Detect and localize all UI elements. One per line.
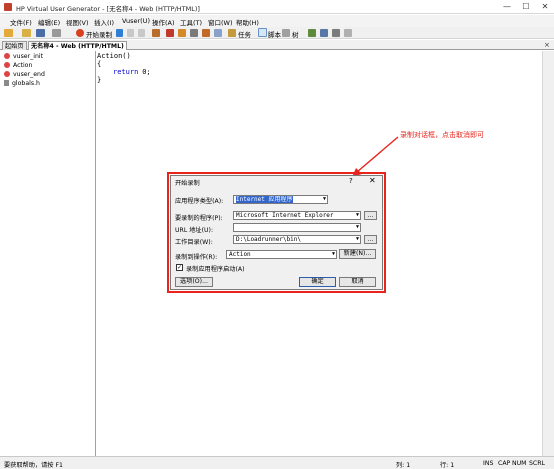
app-type-select[interactable]: Internet 应用程序 ▼ xyxy=(233,195,328,204)
url-label: URL 地址(U): xyxy=(175,227,214,234)
help-icon[interactable]: ? xyxy=(349,177,353,185)
record-into-select[interactable]: Action ▼ xyxy=(226,250,337,259)
dialog-close-icon[interactable]: ✕ xyxy=(369,176,376,185)
status-cap: CAP xyxy=(498,460,511,467)
browse-workdir-button[interactable]: ... xyxy=(364,235,377,244)
chevron-down-icon: ▼ xyxy=(355,236,359,242)
workdir-label: 工作目录(W): xyxy=(175,239,213,246)
workdir-select[interactable]: D:\Loadrunner\bin\ ▼ xyxy=(233,235,361,244)
options-button[interactable]: 选项(O)... xyxy=(175,277,213,287)
chevron-down-icon: ▼ xyxy=(355,212,359,218)
url-input[interactable]: ▼ xyxy=(233,223,361,232)
browse-program-button[interactable]: ... xyxy=(364,211,377,220)
status-bar: 要获取帮助，请按 F1 列: 1 行: 1 INS CAP NUM SCRL xyxy=(0,456,554,469)
start-recording-dialog: 开始录制 ? ✕ 应用程序类型(A): Internet 应用程序 ▼ 要录制的… xyxy=(170,175,383,290)
chevron-down-icon: ▼ xyxy=(322,196,326,202)
record-into-label: 录制到操作(R): xyxy=(175,254,218,261)
status-column: 列: 1 xyxy=(396,462,411,469)
annotation-text: 录制对话框，点击取消即可 xyxy=(400,131,484,139)
chevron-down-icon: ▼ xyxy=(331,251,335,257)
program-label: 要录制的程序(P): xyxy=(175,215,223,222)
ok-button[interactable]: 确定 xyxy=(299,277,336,287)
dialog-title: 开始录制 xyxy=(175,180,200,187)
status-help-text: 要获取帮助，请按 F1 xyxy=(4,462,63,469)
chevron-down-icon: ▼ xyxy=(355,224,359,230)
app-type-label: 应用程序类型(A): xyxy=(175,198,224,205)
status-ins: INS xyxy=(483,460,494,467)
status-scrl: SCRL xyxy=(529,460,545,467)
new-action-button[interactable]: 新建(N)... xyxy=(339,249,376,259)
autostart-checkbox[interactable]: ✓ xyxy=(176,264,183,271)
status-num: NUM xyxy=(512,460,527,467)
autostart-label: 录制应用程序启动(A) xyxy=(186,266,245,273)
program-select[interactable]: Microsoft Internet Explorer ▼ xyxy=(233,211,361,220)
cancel-button[interactable]: 取消 xyxy=(339,277,376,287)
status-line: 行: 1 xyxy=(440,462,455,469)
